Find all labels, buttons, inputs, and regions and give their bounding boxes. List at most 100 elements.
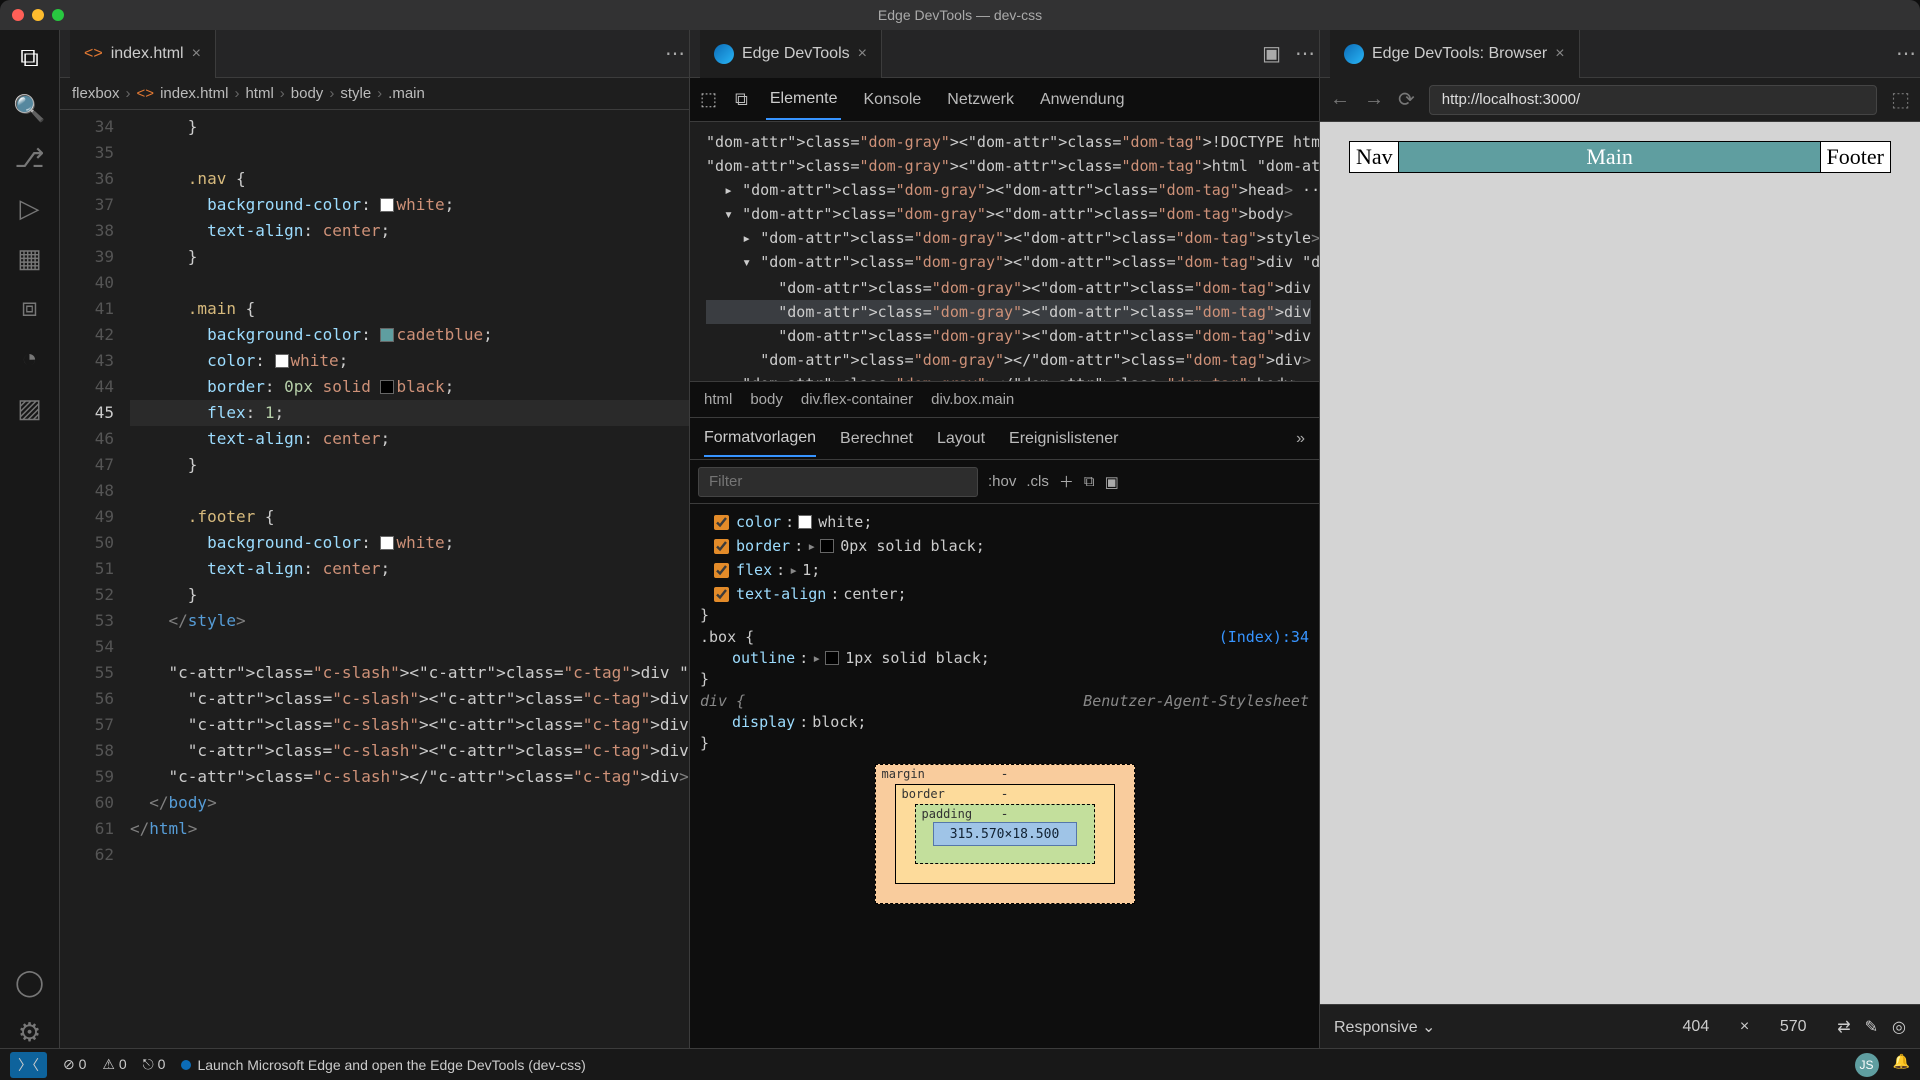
scm-icon[interactable]: ⎇ [14, 142, 46, 174]
tab-label: Edge DevTools [742, 45, 850, 63]
warnings-count[interactable]: ⚠ 0 [102, 1056, 126, 1073]
crumb[interactable]: div.box.main [931, 391, 1014, 408]
workspace: ⧉ 🔍 ⎇ ▷ ▦ ⧈ ◔ ▨ ◯ ⚙ <> index.html × ⋯ fl… [0, 30, 1920, 1048]
more-actions-icon[interactable]: ⋯ [1295, 41, 1315, 66]
tab-label: index.html [111, 45, 184, 63]
responsive-label[interactable]: Responsive ⌄ [1334, 1017, 1435, 1037]
editor-column: <> index.html × ⋯ flexbox› <> index.html… [60, 30, 690, 1048]
remote-button[interactable]: 〉〈 [10, 1052, 47, 1078]
edge-logo-icon [1344, 44, 1364, 64]
crumb[interactable]: body [291, 85, 324, 102]
toggle-panel-icon[interactable]: ▣ [1105, 473, 1119, 491]
inspect-icon[interactable]: ⬚ [1891, 87, 1910, 112]
styles-filter-input[interactable] [698, 467, 978, 497]
responsive-height-input[interactable] [1763, 1017, 1823, 1037]
account-icon[interactable]: ◯ [14, 966, 46, 998]
crumb[interactable]: div.flex-container [801, 391, 913, 408]
search-icon[interactable]: 🔍 [14, 92, 46, 124]
crumb[interactable]: .main [388, 85, 425, 102]
live-server-badge[interactable]: JS [1855, 1053, 1879, 1077]
code-editor[interactable]: 3435363738394041424344454647484950515253… [60, 110, 689, 1048]
crumb[interactable]: index.html [160, 85, 228, 102]
azure-icon[interactable]: ▨ [14, 392, 46, 424]
crumb[interactable]: html [245, 85, 273, 102]
responsive-width-input[interactable] [1666, 1017, 1726, 1037]
close-tab-icon[interactable]: × [1555, 45, 1564, 63]
toggle-property[interactable] [714, 587, 729, 602]
toggle-property[interactable] [714, 515, 729, 530]
back-icon[interactable]: ← [1330, 88, 1350, 111]
pipette-icon[interactable]: ✎ [1865, 1017, 1878, 1037]
browser-column: Edge DevTools: Browser × ⋯ ← → ⟳ http://… [1320, 30, 1920, 1048]
styles-tab-listeners[interactable]: Ereignislistener [1009, 422, 1118, 456]
toggle-property[interactable] [714, 539, 729, 554]
crumb[interactable]: flexbox [72, 85, 120, 102]
device-toggle-icon[interactable]: ⧉ [735, 89, 748, 110]
editor-tabs: <> index.html × ⋯ [60, 30, 689, 78]
html-file-icon: <> [137, 85, 155, 102]
titlebar: Edge DevTools — dev-css [0, 0, 1920, 30]
styles-tabs: Formatvorlagen Berechnet Layout Ereignis… [690, 418, 1319, 460]
breadcrumb[interactable]: flexbox› <> index.html› html› body› styl… [60, 78, 689, 110]
cls-button[interactable]: .cls [1026, 473, 1049, 490]
styles-panel[interactable]: color: white;border: ▸ 0px solid black;f… [690, 504, 1319, 1048]
maximize-window-icon[interactable] [52, 9, 64, 21]
debug-icon[interactable]: ▷ [14, 192, 46, 224]
ports-count[interactable]: ⎋ 0 [143, 1056, 166, 1073]
window-controls[interactable] [12, 9, 64, 21]
devtools-toolbar: ⬚ ⧉ Elemente Konsole Netzwerk Anwendung [690, 78, 1319, 122]
close-tab-icon[interactable]: × [192, 45, 201, 63]
rendered-nav: Nav [1350, 142, 1399, 172]
more-actions-icon[interactable]: ⋯ [1896, 41, 1916, 66]
forward-icon[interactable]: → [1364, 88, 1384, 111]
new-rule-icon[interactable]: ＋ [1059, 471, 1074, 492]
reload-icon[interactable]: ⟳ [1398, 87, 1415, 112]
split-icon[interactable]: ▣ [1262, 41, 1281, 66]
notifications-icon[interactable]: 🔔 [1893, 1053, 1910, 1077]
target-icon[interactable]: ◎ [1892, 1017, 1906, 1037]
explorer-icon[interactable]: ⧉ [14, 42, 46, 74]
minimize-window-icon[interactable] [32, 9, 44, 21]
tab-edge-devtools[interactable]: Edge DevTools × [700, 30, 882, 78]
crumb[interactable]: style [340, 85, 371, 102]
styles-tab-styles[interactable]: Formatvorlagen [704, 421, 816, 457]
crumb[interactable]: body [750, 391, 783, 408]
styles-tab-layout[interactable]: Layout [937, 422, 985, 456]
styles-tab-computed[interactable]: Berechnet [840, 422, 913, 456]
rendered-main: Main [1399, 142, 1821, 172]
browser-toolbar: ← → ⟳ http://localhost:3000/ ⬚ [1320, 78, 1920, 122]
browser-viewport: Nav Main Footer Responsive ⌄ × ⇄ ✎ ◎ [1320, 122, 1920, 1048]
dimension-x: × [1740, 1018, 1749, 1036]
remote-icon[interactable]: ⧈ [14, 292, 46, 324]
devtools-tab-network[interactable]: Netzwerk [943, 81, 1018, 119]
more-actions-icon[interactable]: ⋯ [665, 41, 685, 66]
devtools-column: Edge DevTools × ▣ ⋯ ⬚ ⧉ Elemente Konsole… [690, 30, 1320, 1048]
close-tab-icon[interactable]: × [858, 45, 867, 63]
html-file-icon: <> [84, 45, 103, 63]
close-window-icon[interactable] [12, 9, 24, 21]
devtools-tab-elements[interactable]: Elemente [766, 80, 842, 120]
toggle-property[interactable] [714, 563, 729, 578]
device-icon[interactable]: ⧉ [1084, 473, 1095, 490]
activity-bar: ⧉ 🔍 ⎇ ▷ ▦ ⧈ ◔ ▨ ◯ ⚙ [0, 30, 60, 1048]
tab-edge-browser[interactable]: Edge DevTools: Browser × [1330, 30, 1580, 78]
inspect-element-icon[interactable]: ⬚ [700, 89, 717, 110]
crumb[interactable]: html [704, 391, 732, 408]
hov-button[interactable]: :hov [988, 473, 1016, 490]
errors-count[interactable]: ⊘ 0 [63, 1056, 86, 1073]
url-text: http://localhost:3000/ [1442, 91, 1580, 108]
tab-index-html[interactable]: <> index.html × [70, 30, 216, 78]
rotate-icon[interactable]: ⇄ [1837, 1017, 1850, 1037]
devtools-tab-application[interactable]: Anwendung [1036, 81, 1129, 119]
more-styles-tabs-icon[interactable]: » [1296, 430, 1305, 448]
url-input[interactable]: http://localhost:3000/ [1429, 85, 1877, 115]
editor-tab-actions: ⋯ [665, 41, 685, 66]
devtools-tab-console[interactable]: Konsole [859, 81, 925, 119]
settings-gear-icon[interactable]: ⚙ [14, 1016, 46, 1048]
launch-edge-button[interactable]: Launch Microsoft Edge and open the Edge … [181, 1057, 585, 1073]
extensions-icon[interactable]: ▦ [14, 242, 46, 274]
tab-label: Edge DevTools: Browser [1372, 45, 1547, 63]
edge-icon[interactable]: ◔ [14, 342, 46, 374]
dom-breadcrumb[interactable]: html body div.flex-container div.box.mai… [690, 382, 1319, 418]
dom-tree[interactable]: "dom-attr">class="dom-gray"><"dom-attr">… [690, 122, 1319, 382]
